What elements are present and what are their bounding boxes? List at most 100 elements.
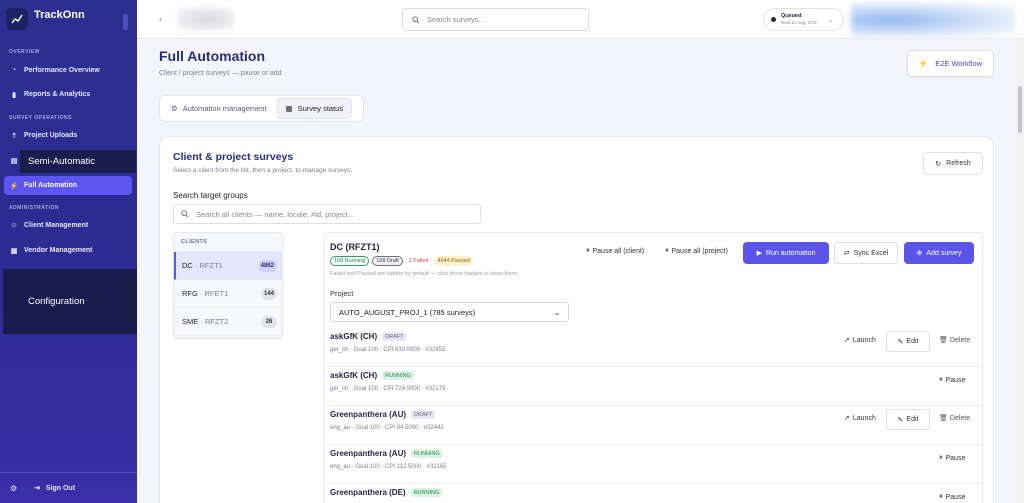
client-row-sme[interactable]: SME · RFZT2 26 xyxy=(174,308,282,336)
pause-all-project-button[interactable]: ⏸ Pause all (project) xyxy=(665,247,728,255)
launch-button[interactable]: ➚ Launch xyxy=(844,336,876,345)
client-detail-title: DC (RFZT1) xyxy=(330,242,380,252)
survey-search-input[interactable]: Search surveys... xyxy=(402,8,589,31)
e2e-workflow-button[interactable]: ⚡ E2E Workflow xyxy=(907,50,994,77)
survey-meta: ger_ch · Goal 100 · CPI 724.5000 · #3217… xyxy=(330,386,446,392)
sign-out-button[interactable]: ⇥ Sign Out xyxy=(34,484,76,493)
building-icon: ▦ xyxy=(10,247,18,255)
blurred-user-profile[interactable] xyxy=(851,3,1015,37)
nav-label: Client Management xyxy=(24,222,89,229)
gear-icon[interactable]: ⚙ xyxy=(10,484,17,493)
edit-button[interactable]: ✎ Edit xyxy=(886,331,930,352)
search-label: Search target groups xyxy=(173,191,248,200)
brand[interactable]: TrackOnn xyxy=(6,8,85,30)
edit-label: Edit xyxy=(906,416,919,423)
tab-label: Automation management xyxy=(182,104,267,113)
tab-automation-management[interactable]: ⚙ Automation management xyxy=(163,98,275,119)
survey-row: Greenpanthera (AU) DRAFT eng_au · Goal 10… xyxy=(325,406,982,445)
sidebar-collapse-tab[interactable] xyxy=(123,14,128,30)
client-name: SME xyxy=(182,317,199,326)
client-sep: · xyxy=(192,261,200,270)
pause-label: Pause xyxy=(945,376,966,384)
client-count-badge: 26 xyxy=(261,315,277,328)
survey-name: askGfK (CH) xyxy=(330,332,378,341)
trend-logo-icon xyxy=(6,8,28,30)
configuration-menu-item[interactable]: Configuration xyxy=(3,269,137,334)
e2e-label: E2E Workflow xyxy=(935,59,983,68)
delete-label: Delete xyxy=(949,336,971,344)
scrollbar-thumb[interactable] xyxy=(1018,86,1022,133)
run-label: Run automation xyxy=(765,249,816,257)
nav-semi-automatic[interactable]: ▤ xyxy=(4,151,18,170)
pause-button[interactable]: ⏸ Pause xyxy=(939,454,965,462)
status-dot-icon xyxy=(771,17,776,22)
nav-vendor-management[interactable]: ▦ Vendor Management xyxy=(4,241,132,260)
pause-label: Pause xyxy=(945,454,966,462)
status-chips: 108 Running 108 Draft 2 Failed 4644 Paus… xyxy=(330,256,473,266)
app-name: TrackOnn xyxy=(34,9,85,21)
page-subtitle: Client / project surveys — pause or add xyxy=(159,70,282,77)
nav-label: Vendor Management xyxy=(24,247,93,254)
client-row-dc[interactable]: DC · RFZT1 4862 xyxy=(174,252,282,280)
tab-survey-status[interactable]: ▦ Survey status xyxy=(276,98,353,119)
search-placeholder: Search surveys... xyxy=(427,15,485,24)
survey-name: Greenpanthera (DE) xyxy=(330,488,406,497)
status-badge: RUNNING xyxy=(382,371,414,380)
page-scrollbar[interactable] xyxy=(1016,39,1024,503)
nav-client-management[interactable]: ☺ Client Management xyxy=(4,216,132,235)
paused-badge[interactable]: 4644 Paused xyxy=(434,256,473,266)
page-title: Full Automation xyxy=(159,48,266,64)
survey-row: askGfK (CH) RUNNING ger_ch · Goal 100 · C… xyxy=(325,367,982,406)
nav-project-uploads[interactable]: ⇡ Project Uploads xyxy=(4,126,132,145)
delete-button[interactable]: 🗑 Delete xyxy=(939,414,970,423)
users-icon: ☺ xyxy=(10,222,18,229)
queue-status-dropdown[interactable]: Queued Next 11 Aug, 0:00 ⌄ xyxy=(763,8,844,31)
edit-button[interactable]: ✎ Edit xyxy=(886,409,930,430)
survey-row: Greenpanthera (AU) RUNNING eng_au · Goal … xyxy=(325,445,982,484)
client-search-input[interactable]: Search all clients — name, locale, #id, … xyxy=(173,204,481,224)
pause-button[interactable]: ⏸ Pause xyxy=(939,376,965,384)
nav-performance-overview[interactable]: ◔ Performance Overview xyxy=(4,61,132,80)
sidebar-footer: ⚙ ⇥ Sign Out xyxy=(0,472,137,503)
add-survey-button[interactable]: ⊕ Add survey xyxy=(904,242,974,264)
run-automation-button[interactable]: ▶ Run automation xyxy=(743,242,829,264)
survey-name: Greenpanthera (AU) xyxy=(330,449,407,458)
failed-badge[interactable]: 2 Failed xyxy=(405,256,432,266)
launch-button[interactable]: ➚ Launch xyxy=(844,414,876,423)
survey-row: Greenpanthera (DE) RUNNING ⏸ Pause xyxy=(325,484,982,503)
status-badge: DRAFT xyxy=(411,410,436,419)
pause-button[interactable]: ⏸ Pause xyxy=(939,493,965,501)
sync-excel-button[interactable]: ⇄ Sync Excel xyxy=(834,242,898,264)
delete-button[interactable]: 🗑 Delete xyxy=(939,336,971,345)
nav-reports-analytics[interactable]: ▮ Reports & Analytics xyxy=(4,85,132,104)
sidebar: TrackOnn OVERVIEW ◔ Performance Overview… xyxy=(0,0,137,503)
gauge-icon: ◔ xyxy=(11,67,17,74)
survey-meta: ger_ch · Goal 100 · CPI 630.0000 · #3245… xyxy=(330,347,446,353)
section-survey-ops: SURVEY OPERATIONS xyxy=(9,115,72,121)
chevron-left-icon[interactable]: ‹ xyxy=(159,10,173,28)
project-value: AUTO_AUGUST_PROJ_1 (785 surveys) xyxy=(339,307,476,317)
nav-full-automation[interactable]: ⚡ Full Automation xyxy=(4,176,132,195)
client-row-rfg[interactable]: RFG · RFET1 144 xyxy=(174,280,282,308)
semi-automatic-tooltip[interactable]: Semi-Automatic xyxy=(20,150,136,173)
blurred-breadcrumb xyxy=(177,7,235,31)
status-badge: RUNNING xyxy=(410,488,443,497)
logout-icon: ⇥ xyxy=(34,485,40,492)
search-icon xyxy=(181,210,189,218)
pause-all-client-button[interactable]: ⏸ Pause all (client) xyxy=(586,247,644,255)
draft-badge[interactable]: 108 Draft xyxy=(372,256,403,266)
project-select[interactable]: AUTO_AUGUST_PROJ_1 (785 surveys) ⌄ xyxy=(330,302,569,322)
survey-name: Greenpanthera (AU) xyxy=(330,410,407,419)
client-name: DC xyxy=(182,261,193,270)
sign-out-label: Sign Out xyxy=(45,484,76,492)
pencil-icon: ✎ xyxy=(897,416,904,424)
refresh-button[interactable]: ↻ Refresh xyxy=(923,152,983,175)
pause-circle-icon: ⏸ xyxy=(939,376,943,383)
survey-meta: eng_au · Goal 100 · CPI 94.5000 · #32442 xyxy=(330,425,444,431)
running-badge[interactable]: 108 Running xyxy=(330,256,370,266)
nav-label: Project Uploads xyxy=(24,132,78,139)
status-badge: DRAFT xyxy=(382,332,407,341)
launch-label: Launch xyxy=(852,336,876,344)
chevron-down-icon: ⌄ xyxy=(553,307,560,317)
queue-title: Queued xyxy=(781,13,802,19)
